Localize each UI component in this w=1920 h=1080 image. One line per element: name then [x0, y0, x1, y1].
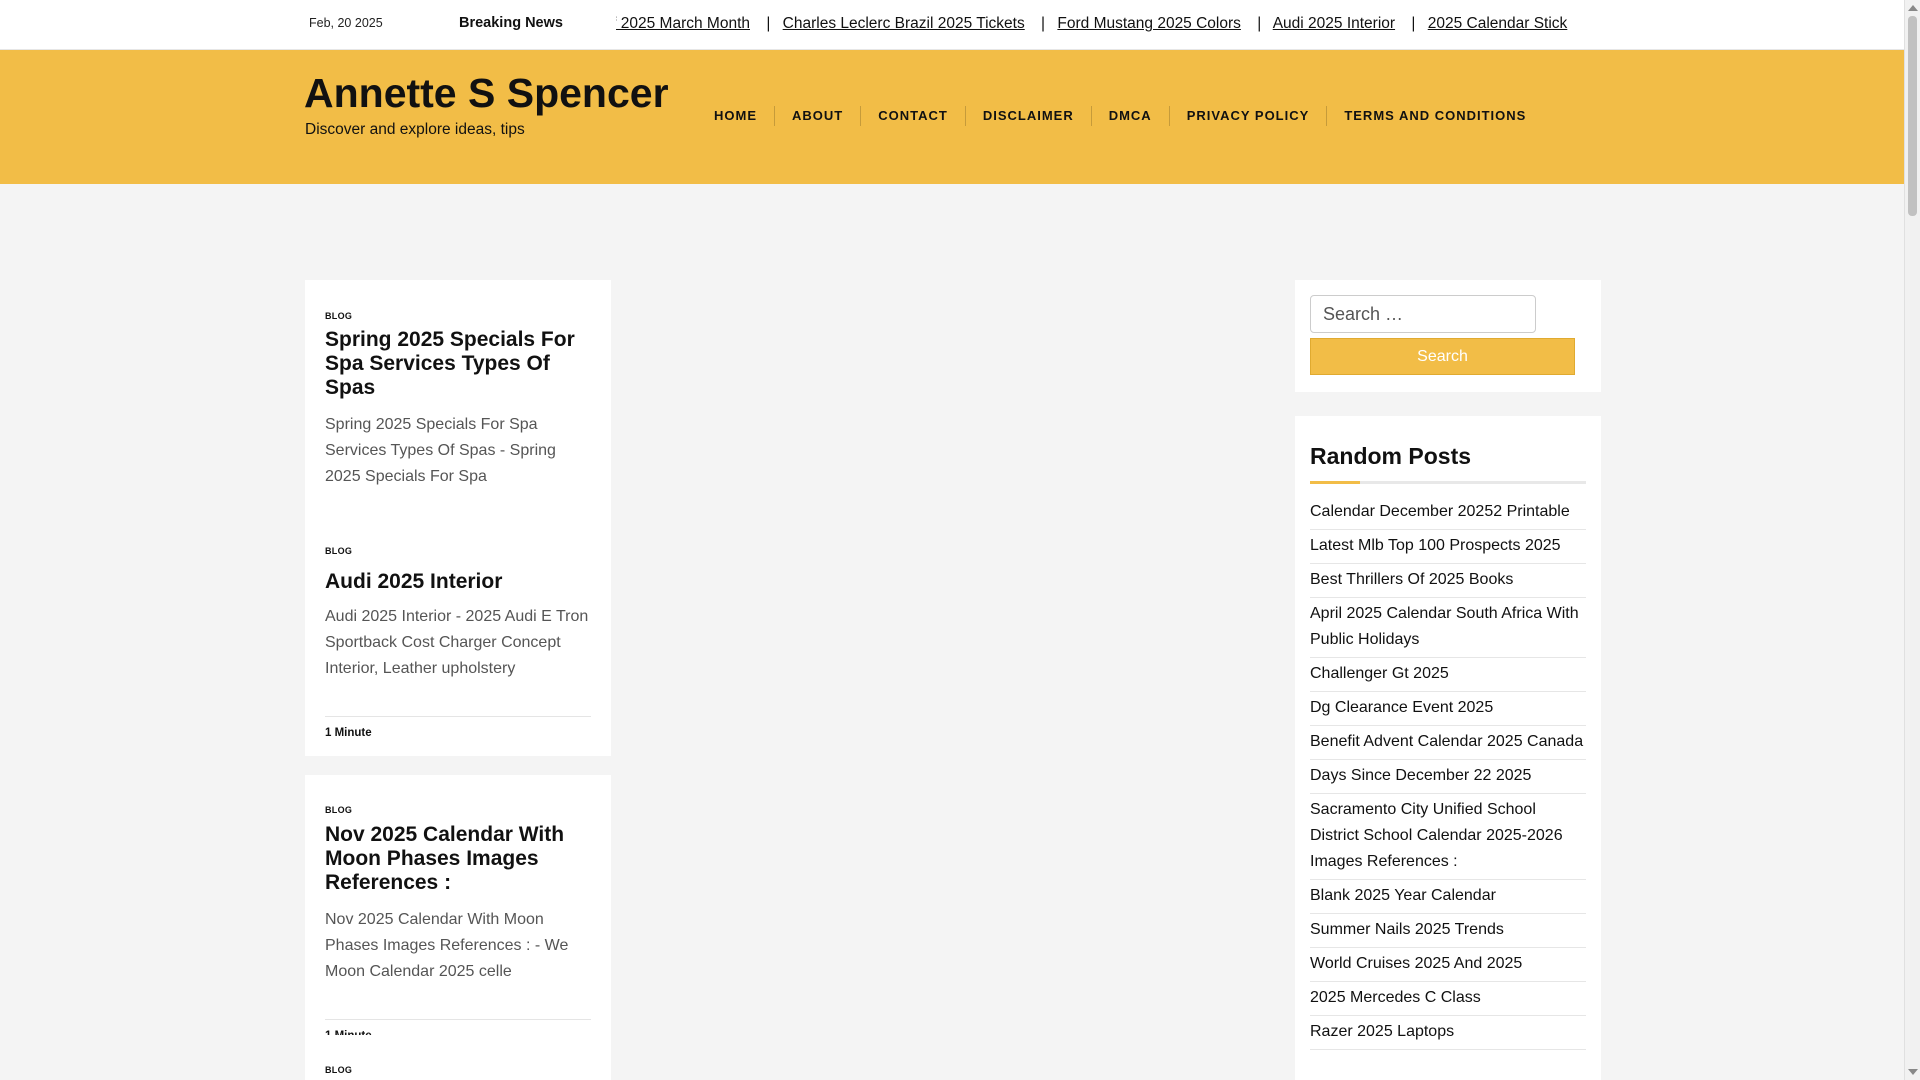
- random-post-link[interactable]: April 2025 Calendar South Africa With Pu…: [1310, 598, 1586, 658]
- random-post-link[interactable]: 2025 Mercedes C Class: [1310, 982, 1586, 1016]
- post-card: BLOG: [305, 1035, 611, 1080]
- nav-privacy-policy[interactable]: PRIVACY POLICY: [1170, 106, 1328, 126]
- post-reading-time: 1 Minute: [325, 716, 591, 739]
- post-category[interactable]: BLOG: [325, 805, 591, 815]
- random-posts-list: Calendar December 20252 Printable Latest…: [1310, 496, 1586, 1050]
- post-card: BLOG Audi 2025 Interior Audi 2025 Interi…: [305, 514, 611, 756]
- search-input[interactable]: [1310, 295, 1536, 333]
- vertical-scrollbar[interactable]: [1904, 0, 1920, 1080]
- nav-terms-and-conditions[interactable]: TERMS AND CONDITIONS: [1327, 106, 1543, 126]
- post-category[interactable]: BLOG: [325, 1065, 591, 1075]
- widget-title-underline: [1310, 481, 1586, 484]
- ticker-track: ar Of 2025 March Month | Charles Leclerc…: [616, 15, 1567, 33]
- post-excerpt: Audi 2025 Interior - 2025 Audi E Tron Sp…: [325, 608, 589, 677]
- ticker-link[interactable]: Ford Mustang 2025 Colors: [1057, 15, 1241, 32]
- post-title[interactable]: Audi 2025 Interior: [325, 570, 591, 594]
- post-category[interactable]: BLOG: [325, 546, 591, 556]
- random-post-link[interactable]: Summer Nails 2025 Trends: [1310, 914, 1586, 948]
- random-post-link[interactable]: Razer 2025 Laptops: [1310, 1016, 1586, 1050]
- random-post-link[interactable]: Sacramento City Unified School District …: [1310, 794, 1586, 880]
- ticker-link[interactable]: ar Of 2025 March Month: [616, 15, 750, 32]
- scroll-down-arrow-icon[interactable]: [1908, 1069, 1918, 1075]
- post-category[interactable]: BLOG: [325, 311, 591, 321]
- post-card: BLOG Spring 2025 Specials For Spa Servic…: [305, 280, 611, 514]
- random-post-link[interactable]: Latest Mlb Top 100 Prospects 2025: [1310, 530, 1586, 564]
- nav-about[interactable]: ABOUT: [775, 106, 862, 126]
- site-title[interactable]: Annette S Spencer: [304, 70, 669, 117]
- post-excerpt: Spring 2025 Specials For Spa Services Ty…: [325, 416, 556, 485]
- post-excerpt: Nov 2025 Calendar With Moon Phases Image…: [325, 911, 569, 980]
- nav-contact[interactable]: CONTACT: [861, 106, 966, 126]
- nav-dmca[interactable]: DMCA: [1092, 106, 1170, 126]
- random-post-link[interactable]: Days Since December 22 2025: [1310, 760, 1586, 794]
- site-header: Annette S Spencer Discover and explore i…: [0, 50, 1904, 184]
- random-post-link[interactable]: Best Thrillers Of 2025 Books: [1310, 564, 1586, 598]
- random-post-link[interactable]: World Cruises 2025 And 2025: [1310, 948, 1586, 982]
- nav-home[interactable]: HOME: [697, 106, 775, 126]
- site-description: Discover and explore ideas, tips: [305, 121, 525, 138]
- ticker-link[interactable]: Audi 2025 Interior: [1273, 15, 1395, 32]
- post-title[interactable]: Nov 2025 Calendar With Moon Phases Image…: [325, 823, 591, 895]
- ticker-separator: |: [1257, 15, 1262, 32]
- scroll-up-arrow-icon[interactable]: [1908, 5, 1918, 11]
- ticker-separator: |: [1411, 15, 1416, 32]
- search-widget: Search: [1295, 280, 1601, 392]
- random-post-link[interactable]: Benefit Advent Calendar 2025 Canada: [1310, 726, 1586, 760]
- random-post-link[interactable]: Dg Clearance Event 2025: [1310, 692, 1586, 726]
- breaking-news-label: Breaking News: [459, 15, 563, 31]
- ticker-link[interactable]: Charles Leclerc Brazil 2025 Tickets: [783, 15, 1025, 32]
- random-post-link[interactable]: Blank 2025 Year Calendar: [1310, 880, 1586, 914]
- ticker-separator: |: [766, 15, 771, 32]
- top-bar: Feb, 20 2025 Breaking News ar Of 2025 Ma…: [0, 0, 1904, 50]
- search-button[interactable]: Search: [1310, 338, 1575, 375]
- post-title[interactable]: Spring 2025 Specials For Spa Services Ty…: [325, 328, 591, 400]
- current-date: Feb, 20 2025: [309, 16, 383, 30]
- breaking-news-ticker: ar Of 2025 March Month | Charles Leclerc…: [616, 0, 1601, 50]
- scrollbar-thumb[interactable]: [1908, 16, 1917, 216]
- random-posts-title: Random Posts: [1310, 443, 1472, 469]
- random-post-link[interactable]: Calendar December 20252 Printable: [1310, 496, 1586, 530]
- random-post-link[interactable]: Challenger Gt 2025: [1310, 658, 1586, 692]
- main-navigation: HOME ABOUT CONTACT DISCLAIMER DMCA PRIVA…: [697, 106, 1543, 126]
- random-posts-widget: Random Posts Calendar December 20252 Pri…: [1295, 416, 1601, 1080]
- nav-disclaimer[interactable]: DISCLAIMER: [966, 106, 1092, 126]
- ticker-separator: |: [1041, 15, 1046, 32]
- ticker-link[interactable]: 2025 Calendar Stick: [1428, 15, 1568, 32]
- post-card: BLOG Nov 2025 Calendar With Moon Phases …: [305, 775, 611, 1042]
